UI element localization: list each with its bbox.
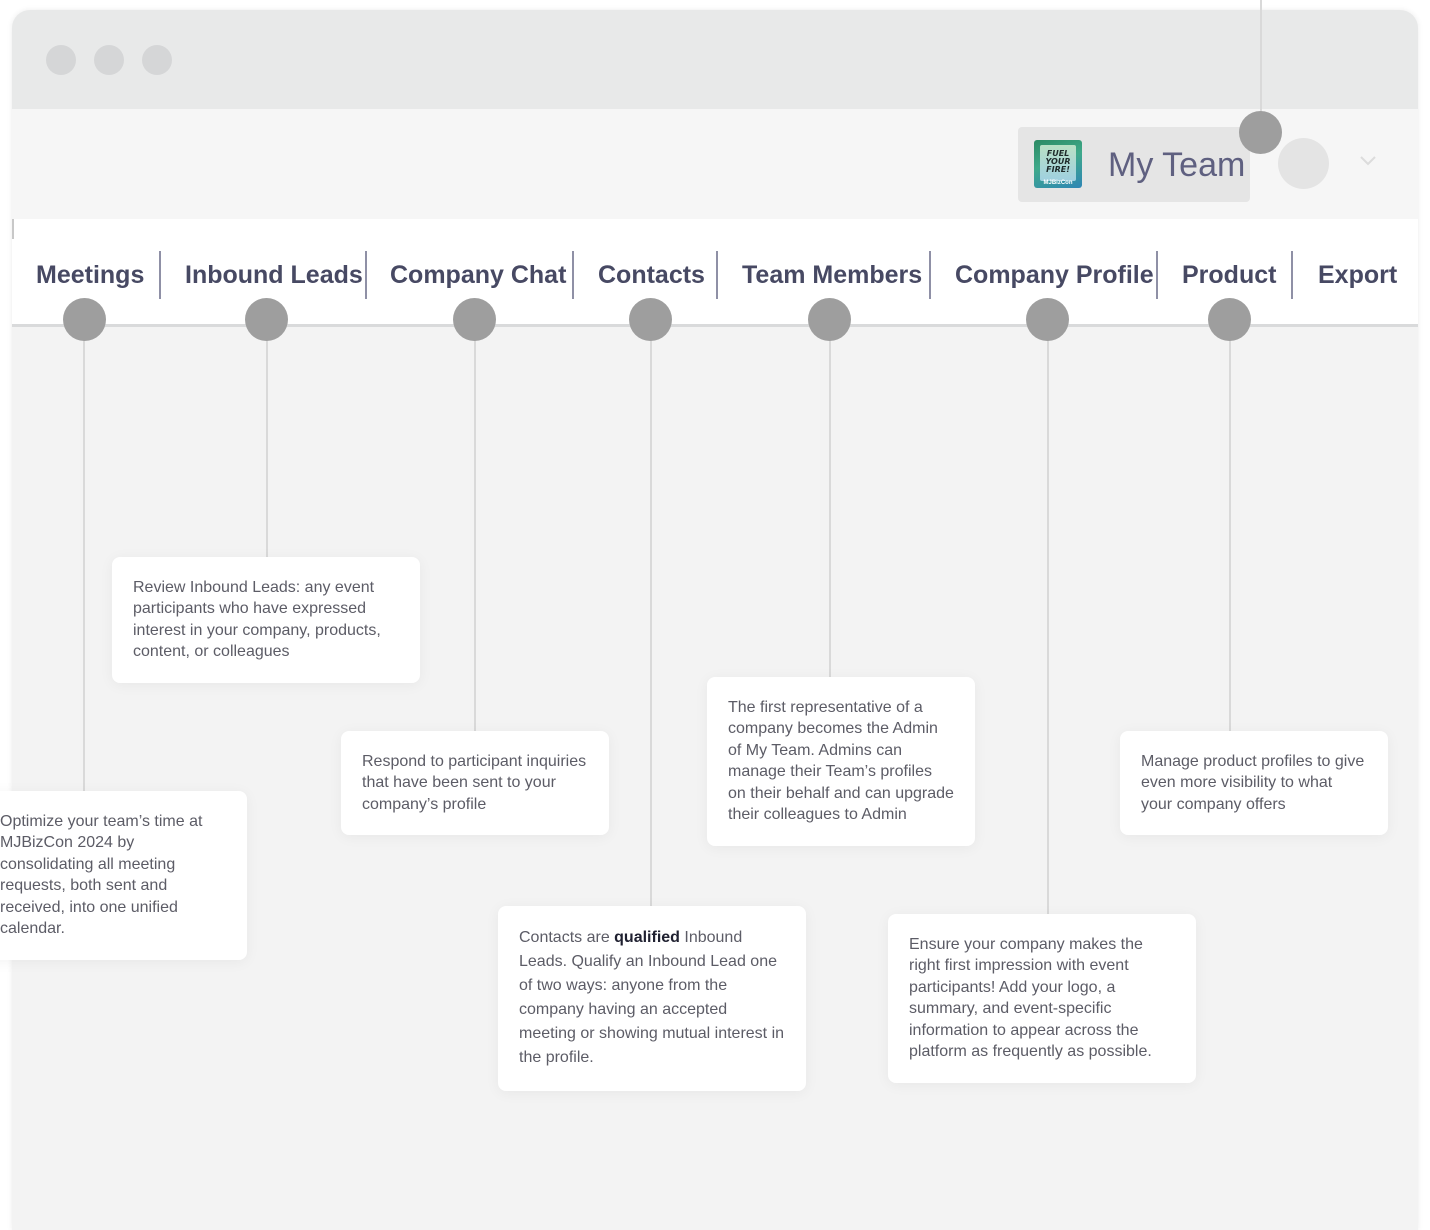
callout-company-profile: Ensure your company makes the right firs… [888, 914, 1196, 1083]
connector-line [1229, 335, 1231, 731]
tab-divider [159, 251, 161, 299]
tab-product[interactable]: Product [1182, 260, 1276, 290]
chevron-down-icon[interactable] [1358, 151, 1378, 171]
tab-company-profile[interactable]: Company Profile [955, 260, 1154, 290]
nav-tabs: Meetings Inbound Leads Company Chat Cont… [12, 219, 1418, 327]
connector-line [829, 335, 831, 678]
connector-line [83, 335, 85, 792]
callout-contacts-emphasis: qualified [614, 929, 680, 946]
tab-divider [1291, 251, 1293, 299]
callout-inbound-leads: Review Inbound Leads: any event particip… [112, 557, 420, 683]
tab-company-chat[interactable]: Company Chat [390, 260, 566, 290]
tab-team-members[interactable]: Team Members [742, 260, 922, 290]
tab-divider [572, 251, 574, 299]
window-close-button[interactable] [46, 45, 76, 75]
hotspot-marker-inbound-leads[interactable] [245, 298, 288, 341]
logo-text-line: FIRE! [1046, 165, 1070, 174]
window-titlebar [12, 10, 1418, 109]
hotspot-marker-meetings[interactable] [63, 298, 106, 341]
app-header: FUEL YOUR FIRE! MJBizCon My Team [12, 109, 1418, 219]
tab-divider [716, 251, 718, 299]
connector-line [474, 335, 476, 731]
window-maximize-button[interactable] [142, 45, 172, 75]
team-logo: FUEL YOUR FIRE! MJBizCon [1034, 140, 1082, 188]
connector-line [650, 335, 652, 907]
hotspot-marker-team-switcher[interactable] [1239, 111, 1282, 154]
team-switcher[interactable]: FUEL YOUR FIRE! MJBizCon My Team [1018, 127, 1250, 202]
callout-meetings: Optimize your team’s time at MJBizCon 20… [0, 791, 247, 960]
window-minimize-button[interactable] [94, 45, 124, 75]
hotspot-marker-product[interactable] [1208, 298, 1251, 341]
hotspot-marker-company-profile[interactable] [1026, 298, 1069, 341]
callout-company-chat: Respond to participant inquiries that ha… [341, 731, 609, 835]
tab-meetings[interactable]: Meetings [36, 260, 144, 290]
team-name: My Team [1108, 146, 1246, 184]
tab-inbound-leads[interactable]: Inbound Leads [185, 260, 363, 290]
tab-divider [1156, 251, 1158, 299]
tab-divider [365, 251, 367, 299]
user-avatar[interactable] [1278, 138, 1329, 189]
hotspot-marker-team-members[interactable] [808, 298, 851, 341]
logo-brand-text: MJBizCon [1043, 180, 1073, 186]
tab-export[interactable]: Export [1318, 260, 1397, 290]
tab-contacts[interactable]: Contacts [598, 260, 705, 290]
callout-team-members: The first representative of a company be… [707, 677, 975, 846]
callout-contacts-text: Contacts are [519, 929, 615, 946]
callout-product: Manage product profiles to give even mor… [1120, 731, 1388, 835]
connector-line [1260, 0, 1262, 118]
callout-contacts-text: Inbound Leads. Qualify an Inbound Lead o… [519, 929, 785, 1066]
connector-line [1047, 335, 1049, 915]
hotspot-marker-company-chat[interactable] [453, 298, 496, 341]
divider [12, 219, 14, 239]
connector-line [266, 335, 268, 557]
hotspot-marker-contacts[interactable] [629, 298, 672, 341]
tab-divider [929, 251, 931, 299]
callout-contacts: Contacts are qualified Inbound Leads. Qu… [498, 906, 806, 1091]
